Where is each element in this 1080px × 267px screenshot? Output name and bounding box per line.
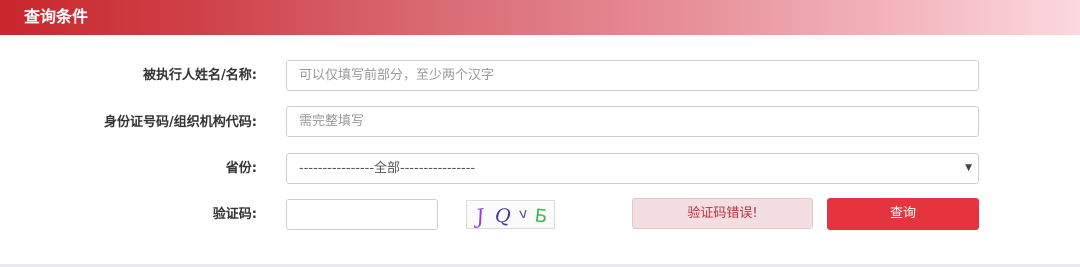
panel-header: 查询条件 — [0, 0, 1080, 35]
dropdown-caret-icon: ▼ — [965, 163, 972, 173]
captcha-char-3: v — [518, 206, 528, 223]
captcha-char-4: Б — [534, 205, 548, 227]
captcha-glyphs: J Q v Б — [470, 204, 548, 228]
province-selected-value: ----------------全部---------------- — [299, 161, 476, 176]
captcha-image[interactable]: J Q v Б — [466, 200, 555, 229]
captcha-char-2: Q — [494, 205, 511, 228]
name-input[interactable]: 可以仅填写前部分，至少两个汉字 — [286, 60, 979, 91]
query-button[interactable]: 查询 — [827, 198, 979, 230]
province-label: 省份: — [225, 161, 257, 176]
panel-title: 查询条件 — [24, 7, 89, 26]
id-code-input[interactable]: 需完整填写 — [286, 106, 979, 137]
captcha-label: 验证码: — [212, 207, 257, 222]
query-conditions-panel: 查询条件 被执行人姓名/名称: 可以仅填写前部分，至少两个汉字 身份证号码/组织… — [0, 0, 1080, 267]
name-label: 被执行人姓名/名称: — [143, 68, 257, 83]
province-select[interactable]: ----------------全部---------------- ▼ — [286, 153, 979, 184]
captcha-error-message: 验证码错误! — [632, 198, 813, 229]
id-code-label: 身份证号码/组织机构代码: — [104, 115, 257, 130]
captcha-input[interactable] — [286, 199, 438, 230]
captcha-char-1: J — [470, 204, 486, 228]
